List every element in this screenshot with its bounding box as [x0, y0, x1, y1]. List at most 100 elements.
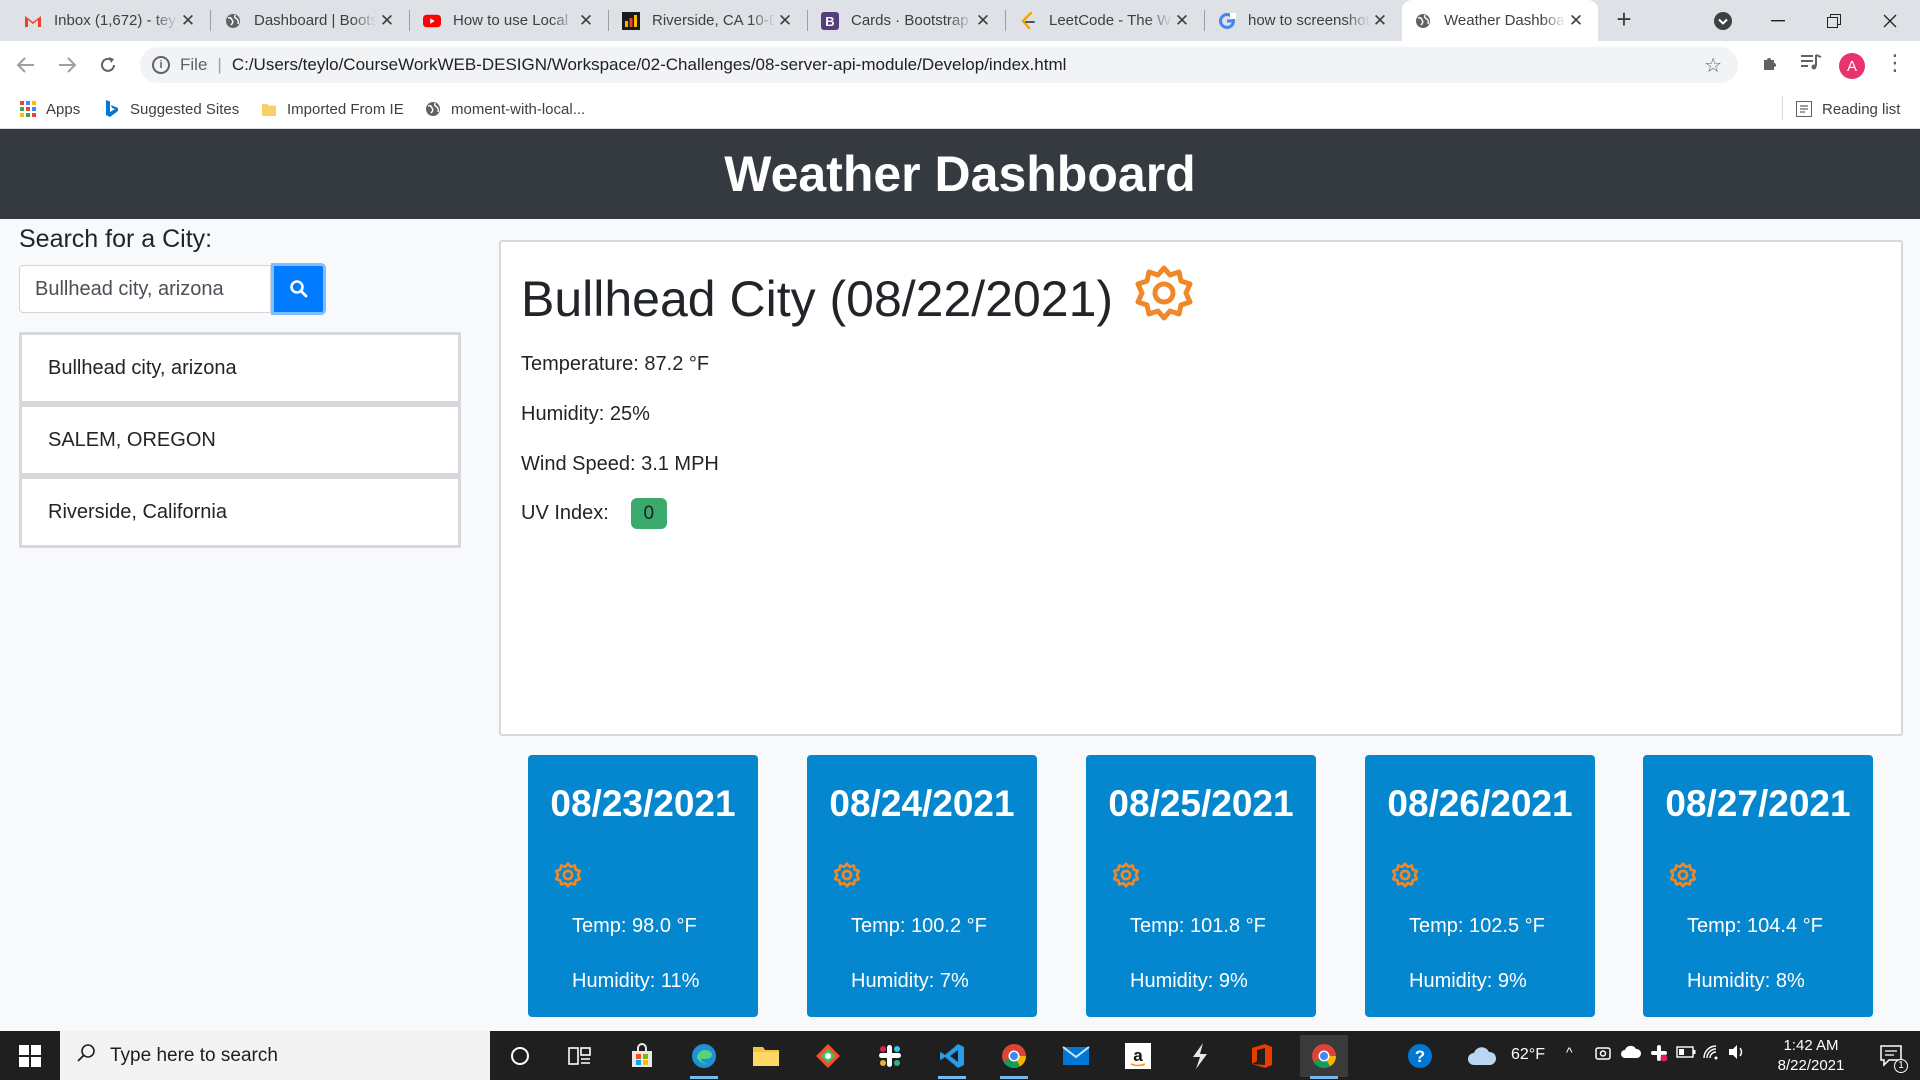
tab-search-button[interactable] [1695, 0, 1751, 41]
close-tab-icon[interactable]: ✕ [1566, 11, 1586, 31]
sun-icon [1391, 861, 1419, 894]
tab-youtube[interactable]: How to use Local ✕ [411, 0, 608, 41]
extensions-icon[interactable] [1761, 53, 1781, 79]
close-tab-icon[interactable]: ✕ [1370, 11, 1390, 31]
forward-button[interactable] [51, 49, 83, 81]
notification-count-badge: 1 [1894, 1059, 1908, 1073]
media-control-icon[interactable] [1800, 53, 1822, 77]
start-button[interactable] [0, 1031, 60, 1080]
search-icon [289, 280, 307, 298]
chevron-down-circle-icon [1714, 11, 1732, 30]
forecast-date: 08/23/2021 [550, 783, 736, 824]
taskbar-slack[interactable] [866, 1035, 914, 1077]
forecast-humidity: Humidity: 11% [572, 970, 700, 992]
tab-google-search[interactable]: how to screenshot ✕ [1206, 0, 1402, 41]
reload-button[interactable] [92, 49, 124, 81]
taskbar-power-automate[interactable] [1176, 1035, 1224, 1077]
volume-icon[interactable] [1728, 1044, 1746, 1065]
notification-center-button[interactable]: 1 [1868, 1035, 1916, 1077]
camera-icon[interactable] [1594, 1044, 1612, 1067]
minimize-button[interactable] [1750, 0, 1806, 41]
taskbar-search-box[interactable]: Type here to search [60, 1031, 490, 1080]
bookmark-apps[interactable]: Apps [20, 98, 80, 120]
close-tab-icon[interactable]: ✕ [1172, 11, 1192, 31]
address-bar[interactable]: i File | C:/Users/teylo/CourseWorkWEB-DE… [140, 47, 1738, 83]
forecast-humidity: Humidity: 9% [1409, 970, 1527, 992]
current-weather-title: Bullhead City (08/22/2021) [521, 262, 1195, 336]
clock-time: 1:42 AM [1783, 1037, 1839, 1054]
chrome-icon [1002, 1044, 1026, 1069]
battery-icon[interactable] [1676, 1045, 1696, 1064]
taskbar-chrome[interactable] [990, 1035, 1038, 1079]
onedrive-icon[interactable] [1620, 1044, 1642, 1065]
task-view-button[interactable] [556, 1035, 604, 1077]
taskbar-amazon[interactable]: a [1114, 1035, 1162, 1077]
bookmark-moment[interactable]: moment-with-local... [425, 98, 585, 120]
search-button[interactable] [271, 263, 326, 315]
taskbar-office[interactable] [1238, 1035, 1286, 1077]
globe-icon [1414, 12, 1432, 30]
tab-separator [409, 10, 410, 31]
taskbar-file-explorer[interactable] [742, 1035, 790, 1077]
history-item[interactable]: SALEM, OREGON [19, 404, 461, 476]
forecast-humidity: Humidity: 9% [1130, 970, 1248, 992]
bookmark-star-icon[interactable]: ☆ [1704, 53, 1722, 78]
bookmarks-bar: Apps Suggested Sites Imported From IE mo… [0, 89, 1920, 129]
taskbar-microsoft-store[interactable] [618, 1035, 666, 1077]
svg-text:a: a [1133, 1046, 1143, 1065]
gmail-icon [24, 12, 42, 30]
clock-date: 8/22/2021 [1777, 1057, 1845, 1074]
globe-icon [224, 12, 242, 30]
tab-bootstrap-cards[interactable]: B Cards · Bootstrap ✕ [809, 0, 1005, 41]
close-tab-icon[interactable]: ✕ [178, 11, 198, 31]
restore-button[interactable] [1806, 0, 1862, 41]
forecast-temp: Temp: 104.4 °F [1687, 915, 1823, 937]
lightning-icon [1193, 1043, 1207, 1069]
tab-gmail[interactable]: Inbox (1,672) - tey ✕ [12, 0, 210, 41]
close-tab-icon[interactable]: ✕ [775, 11, 795, 31]
chevron-up-icon[interactable]: ^ [1566, 1044, 1573, 1060]
page-header: Weather Dashboard [0, 129, 1920, 219]
forecast-date: 08/25/2021 [1108, 783, 1294, 824]
close-window-button[interactable] [1862, 0, 1918, 41]
weather-widget[interactable] [1458, 1035, 1506, 1077]
tab-weather-dashboard[interactable]: Weather Dashboard ✕ [1402, 0, 1598, 41]
history-item[interactable]: Bullhead city, arizona [19, 332, 461, 404]
bookmarks-divider [1782, 96, 1783, 120]
taskbar-vscode[interactable] [928, 1035, 976, 1079]
current-uv-row: UV Index: 0 [521, 498, 667, 529]
taskbar-mail[interactable] [1052, 1035, 1100, 1077]
page-title: Weather Dashboard [724, 146, 1196, 202]
info-icon[interactable]: i [152, 56, 170, 74]
forecast-date: 08/27/2021 [1665, 783, 1851, 824]
chrome-menu-icon[interactable]: ⋮ [1884, 50, 1906, 76]
bookmark-imported-from-ie[interactable]: Imported From IE [261, 98, 404, 120]
address-divider: | [217, 55, 222, 74]
cortana-button[interactable] [496, 1035, 544, 1077]
system-clock[interactable]: 1:42 AM 8/22/2021 [1756, 1036, 1866, 1076]
close-tab-icon[interactable]: ✕ [377, 11, 397, 31]
store-icon [632, 1043, 652, 1067]
new-tab-button[interactable]: + [1610, 6, 1638, 34]
back-button[interactable] [10, 49, 42, 81]
close-icon [1883, 14, 1897, 27]
close-tab-icon[interactable]: ✕ [576, 11, 596, 31]
wifi-icon[interactable] [1702, 1044, 1720, 1065]
forecast-temp: Temp: 100.2 °F [851, 915, 987, 937]
taskbar-gitkraken[interactable] [804, 1035, 852, 1077]
city-search-input[interactable] [19, 265, 271, 313]
svg-text:B: B [825, 14, 834, 29]
address-url[interactable]: C:/Users/teylo/CourseWorkWEB-DESIGN/Work… [232, 55, 1067, 75]
tab-leetcode[interactable]: LeetCode - The W ✕ [1007, 0, 1204, 41]
reading-list-button[interactable]: Reading list [1796, 98, 1900, 120]
history-item[interactable]: Riverside, California [19, 476, 461, 548]
tab-dashboard-bootstrap[interactable]: Dashboard | Bootstrap ✕ [212, 0, 409, 41]
tab-riverside-weather[interactable]: Riverside, CA 10-Day ✕ [610, 0, 807, 41]
profile-avatar[interactable]: A [1839, 53, 1865, 79]
bookmark-suggested-sites[interactable]: Suggested Sites [104, 98, 239, 120]
taskbar-chrome-active[interactable] [1300, 1035, 1348, 1079]
close-tab-icon[interactable]: ✕ [973, 11, 993, 31]
taskbar-edge[interactable] [680, 1035, 728, 1079]
slack-tray-icon[interactable] [1650, 1044, 1668, 1067]
help-button[interactable]: ? [1396, 1035, 1444, 1077]
